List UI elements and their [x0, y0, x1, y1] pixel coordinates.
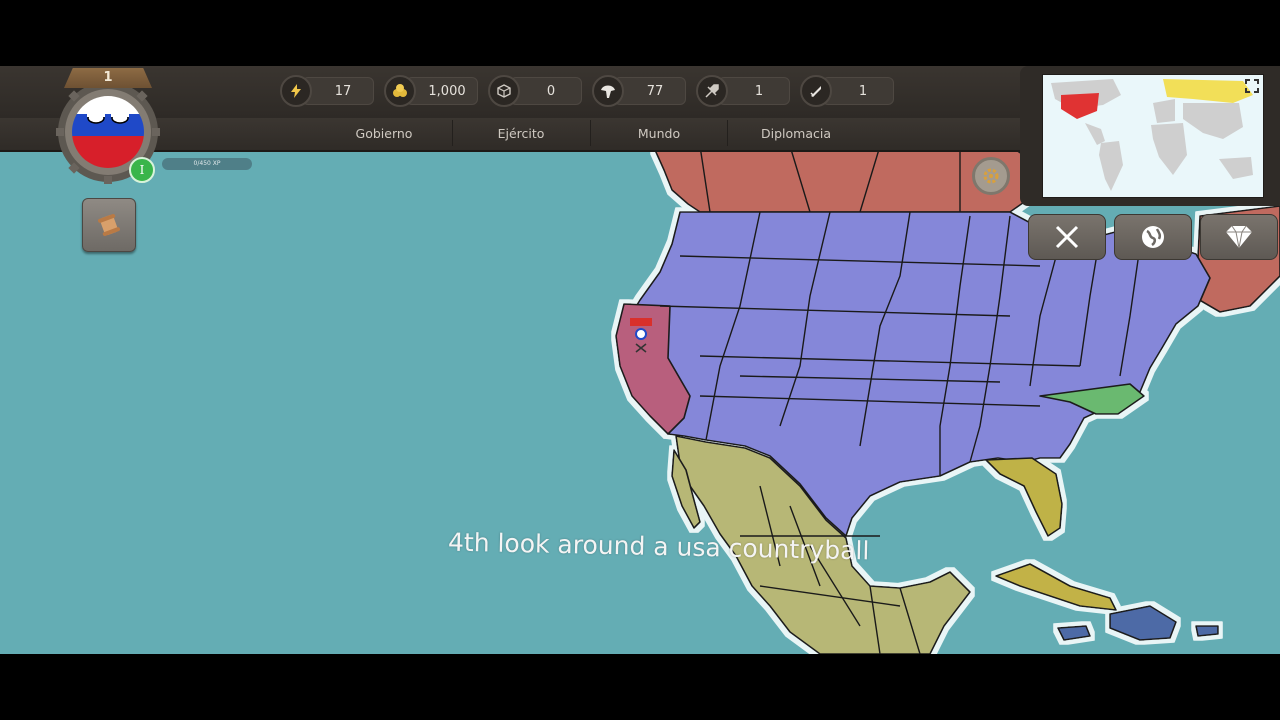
battle-button[interactable] — [1028, 214, 1106, 260]
resource-aircraft-value: 1 — [718, 77, 790, 105]
helmet-icon — [592, 75, 624, 107]
resource-aircraft[interactable]: 1 — [696, 75, 790, 107]
resource-materials-value: 0 — [510, 77, 582, 105]
region-hispaniola — [1109, 605, 1177, 641]
resource-money[interactable]: 1,000 — [384, 75, 478, 107]
missile-icon — [800, 75, 832, 107]
expand-icon[interactable] — [1245, 79, 1259, 93]
resource-missiles-value: 1 — [822, 77, 894, 105]
resource-money-value: 1,000 — [406, 77, 478, 105]
player-level: 1 — [64, 68, 152, 88]
coins-icon — [384, 75, 416, 107]
tab-ejercito[interactable]: Ejército — [452, 120, 589, 146]
jet-icon — [696, 75, 728, 107]
army-unit-marker[interactable] — [626, 318, 656, 358]
resource-missiles[interactable]: 1 — [800, 75, 894, 107]
resource-energy[interactable]: 17 — [280, 75, 374, 107]
gear-icon — [983, 168, 999, 184]
region-puerto-rico — [1195, 625, 1219, 637]
premium-button[interactable] — [1200, 214, 1278, 260]
world-button[interactable] — [1114, 214, 1192, 260]
region-jamaica — [1057, 625, 1091, 641]
resource-military-value: 77 — [614, 77, 686, 105]
resource-energy-value: 17 — [302, 77, 374, 105]
tab-mundo[interactable]: Mundo — [590, 120, 727, 146]
globe-icon — [1142, 226, 1164, 248]
resource-military[interactable]: 77 — [592, 75, 686, 107]
lightning-icon — [280, 75, 312, 107]
region-florida — [985, 457, 1063, 537]
minimap[interactable] — [1042, 74, 1264, 198]
battle-swords-icon — [1055, 225, 1079, 249]
cube-icon — [488, 75, 520, 107]
tab-gobierno[interactable]: Gobierno — [316, 120, 452, 146]
region-cuba — [995, 563, 1117, 611]
xp-progress-bar: 0/450 XP — [162, 158, 252, 170]
resource-materials[interactable]: 0 — [488, 75, 582, 107]
scroll-button[interactable] — [82, 198, 136, 252]
tab-diplomacia[interactable]: Diplomacia — [727, 120, 864, 146]
scroll-icon — [98, 214, 120, 236]
player-rank-badge: I — [129, 157, 155, 183]
settings-button[interactable] — [972, 157, 1010, 195]
diamond-icon — [1226, 225, 1252, 249]
